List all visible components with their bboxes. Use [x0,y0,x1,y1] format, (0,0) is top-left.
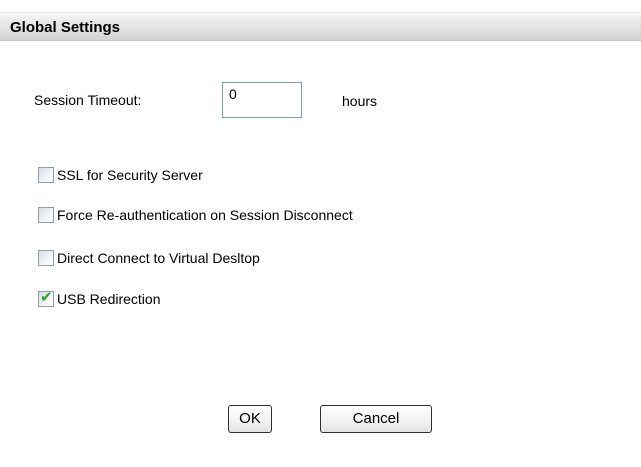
usb-redirection-label: USB Redirection [57,291,161,307]
ssl-security-server-option[interactable]: ✔ SSL for Security Server [38,165,203,185]
settings-title: Global Settings [10,19,121,36]
direct-connect-label: Direct Connect to Virtual Desltop [57,250,260,266]
checkmark-icon: ✔ [40,289,53,306]
cancel-button[interactable]: Cancel [320,405,432,433]
settings-header: Global Settings [0,12,641,41]
session-timeout-input[interactable] [222,82,302,118]
force-reauth-checkbox[interactable]: ✔ [38,207,54,223]
ssl-security-server-checkbox[interactable]: ✔ [38,167,54,183]
direct-connect-option[interactable]: ✔ Direct Connect to Virtual Desltop [38,248,260,268]
force-reauth-option[interactable]: ✔ Force Re-authentication on Session Dis… [38,205,353,225]
usb-redirection-option[interactable]: ✔ USB Redirection [38,289,161,309]
usb-redirection-checkbox[interactable]: ✔ [38,289,54,307]
hours-unit-label: hours [342,93,378,109]
direct-connect-checkbox[interactable]: ✔ [38,250,54,266]
session-timeout-label: Session Timeout: [34,92,142,108]
ok-button[interactable]: OK [228,405,272,433]
force-reauth-label: Force Re-authentication on Session Disco… [57,207,353,223]
ssl-security-server-label: SSL for Security Server [57,167,203,183]
